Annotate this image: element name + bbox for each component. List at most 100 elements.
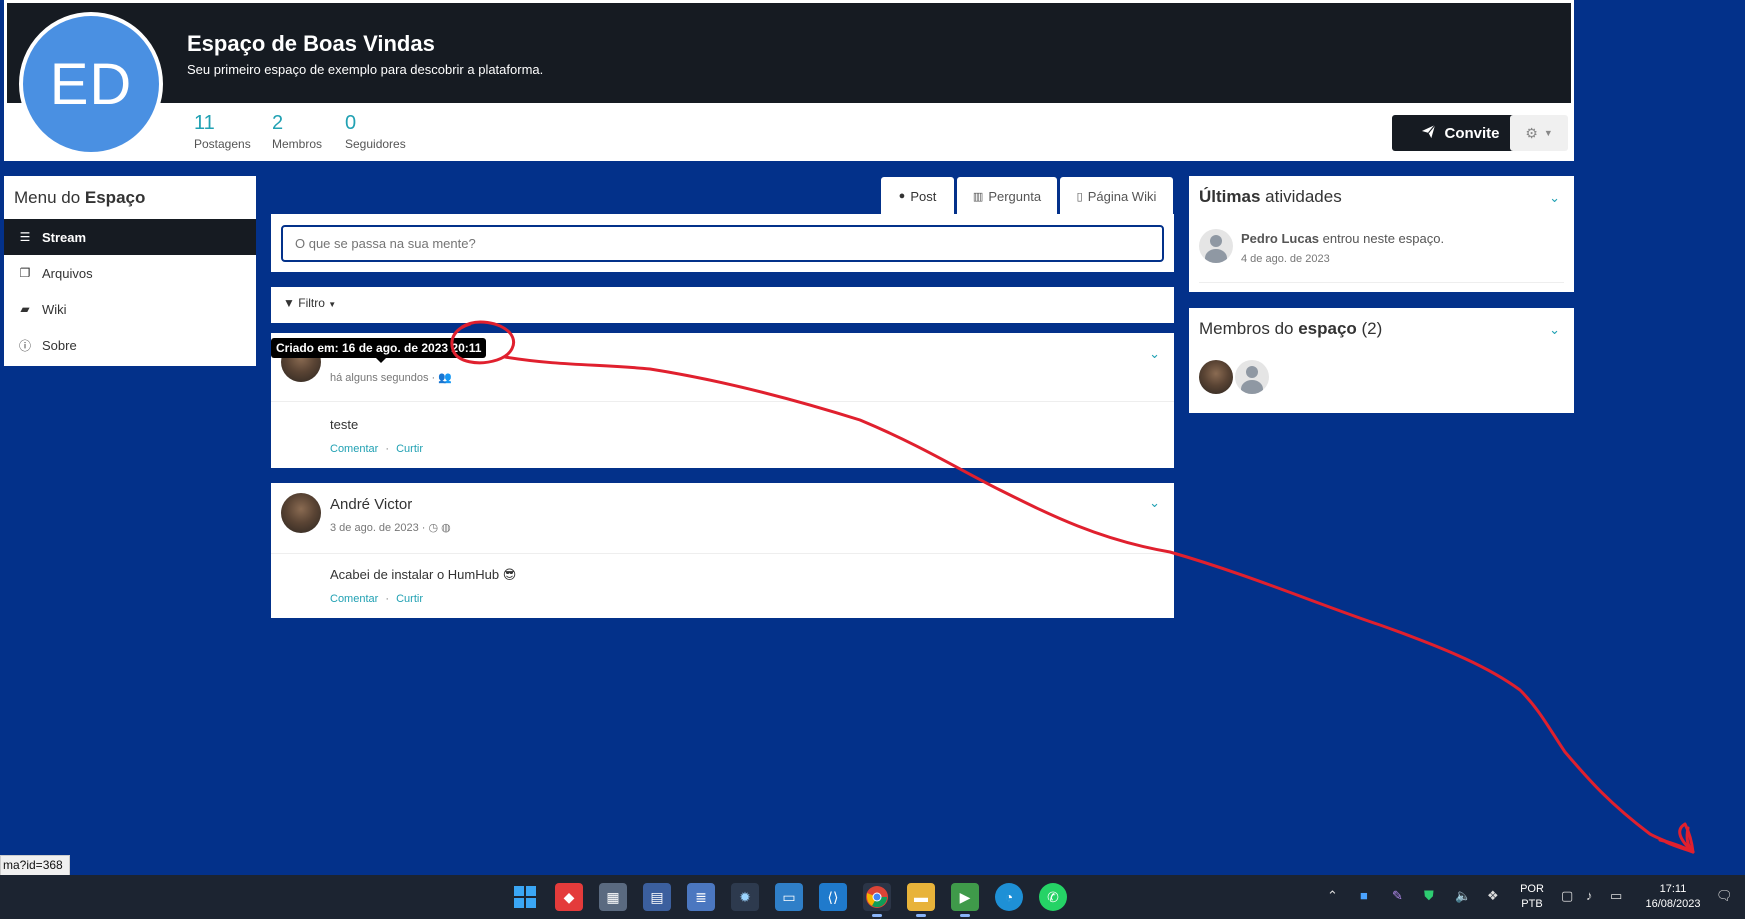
space-avatar: ED xyxy=(19,12,163,156)
members-title: Membros do espaço (2) xyxy=(1199,319,1382,339)
composer-input[interactable] xyxy=(281,225,1164,262)
activity-title-bold: Últimas xyxy=(1199,187,1261,206)
user-avatar[interactable] xyxy=(1199,229,1233,263)
stat-followers[interactable]: 0 Seguidores xyxy=(345,112,406,151)
page-icon: ▯ xyxy=(1076,190,1083,203)
post-author[interactable]: André Victor xyxy=(330,496,412,513)
edge-icon[interactable]: ◔ xyxy=(995,883,1023,911)
clock-date: 16/08/2023 xyxy=(1645,898,1701,910)
volume-icon[interactable]: 🔈 xyxy=(1455,888,1471,904)
battery-icon[interactable]: ▭ xyxy=(1610,888,1622,904)
activity-item[interactable]: Pedro Lucas entrou neste espaço. xyxy=(1241,231,1444,246)
tab-wiki-page-label: Página Wiki xyxy=(1087,188,1157,204)
menu-item-stream[interactable]: ☰ Stream xyxy=(4,219,256,255)
post-time[interactable]: há alguns segundos · xyxy=(330,372,435,384)
info-icon: ⓘ xyxy=(18,338,31,353)
member-avatar[interactable] xyxy=(1235,360,1269,394)
status-bar-url: ma?id=368 xyxy=(0,855,70,876)
post-composer xyxy=(271,214,1174,272)
settings-app-icon[interactable]: ✹ xyxy=(731,883,759,911)
menu-item-wiki[interactable]: ▰ Wiki xyxy=(4,291,256,327)
menu-item-files[interactable]: ❐ Arquivos xyxy=(4,255,256,291)
post-text: Acabei de instalar o HumHub xyxy=(330,567,500,582)
filter-toggle[interactable]: ▼ Filtro ▼ xyxy=(283,296,336,310)
filter-icon: ▼ xyxy=(283,296,295,310)
filter-label: Filtro xyxy=(298,296,325,310)
created-at-tooltip: Criado em: 16 de ago. de 2023 20:11 xyxy=(271,338,487,363)
calendar-app-icon[interactable]: ▦ xyxy=(599,883,627,911)
lang-top: POR xyxy=(1520,883,1544,895)
settings-dropdown-button[interactable]: ⚙ ▼ xyxy=(1510,115,1568,151)
caret-down-icon: ▼ xyxy=(1543,128,1553,138)
send-icon xyxy=(1421,124,1436,143)
stat-posts-value: 11 xyxy=(194,112,215,134)
menu-item-about[interactable]: ⓘ Sobre xyxy=(4,327,256,363)
comment-link[interactable]: Comentar xyxy=(330,443,378,455)
bars-icon: ☰ xyxy=(19,230,31,244)
menu-item-label: Sobre xyxy=(42,337,77,353)
whatsapp-icon[interactable]: ✆ xyxy=(1039,883,1067,911)
comment-link[interactable]: Comentar xyxy=(330,593,378,605)
anydesk-icon[interactable]: ◆ xyxy=(555,883,583,911)
media-app-icon[interactable]: ▶ xyxy=(951,883,979,917)
space-menu: Menu do Espaço ☰ Stream ❐ Arquivos ▰ Wik… xyxy=(4,176,256,366)
menu-title-prefix: Menu do xyxy=(14,188,85,207)
shield-icon[interactable]: ⛊ xyxy=(1424,888,1434,904)
language-indicator[interactable]: POR PTB xyxy=(1518,882,1546,912)
stat-posts[interactable]: 11 Postagens xyxy=(194,112,251,151)
activity-date: 4 de ago. de 2023 xyxy=(1241,253,1330,265)
members-panel: Membros do espaço (2) ⌄ xyxy=(1189,308,1574,413)
stat-followers-value: 0 xyxy=(345,112,357,134)
like-link[interactable]: Curtir xyxy=(396,443,423,455)
chevron-down-icon[interactable]: ⌄ xyxy=(1549,322,1560,338)
chevron-down-icon[interactable]: ⌄ xyxy=(1149,346,1160,362)
clock[interactable]: 17:11 16/08/2023 xyxy=(1638,882,1708,912)
activity-text: entrou neste espaço. xyxy=(1319,231,1445,246)
tab-question-label: Pergunta xyxy=(988,188,1042,204)
author-avatar[interactable] xyxy=(281,493,321,533)
sunglasses-emoji: 😎 xyxy=(502,567,517,582)
chevron-down-icon[interactable]: ⌄ xyxy=(1149,495,1160,511)
server-app-icon[interactable]: ▤ xyxy=(643,883,671,911)
speaker-icon[interactable]: ♪ xyxy=(1586,888,1593,903)
invite-label: Convite xyxy=(1444,124,1500,142)
menu-item-label: Arquivos xyxy=(42,265,93,281)
post-content: teste xyxy=(330,417,359,432)
chevron-down-icon[interactable]: ⌄ xyxy=(1549,190,1560,206)
tab-question[interactable]: ▥ Pergunta xyxy=(957,177,1057,215)
caret-down-icon: ▼ xyxy=(328,300,337,309)
notifications-icon[interactable]: 🗨 xyxy=(1716,888,1733,904)
stat-members-label: Membros xyxy=(272,137,323,151)
menu-item-label: Wiki xyxy=(42,301,67,317)
post-content: Acabei de instalar o HumHub 😎 xyxy=(330,567,516,583)
dropbox-icon[interactable]: ❖ xyxy=(1487,888,1499,904)
filter-bar: ▼ Filtro ▼ xyxy=(271,287,1174,323)
remote-desktop-icon[interactable]: ▭ xyxy=(775,883,803,911)
pen-icon[interactable]: ✎ xyxy=(1392,888,1403,904)
tab-post-label: Post xyxy=(910,188,937,204)
vscode-icon[interactable]: ⟨⟩ xyxy=(819,883,847,911)
chevron-up-icon[interactable]: ⌃ xyxy=(1327,888,1338,904)
like-link[interactable]: Curtir xyxy=(396,593,423,605)
members-title-prefix: Membros do xyxy=(1199,319,1299,338)
invite-button[interactable]: Convite xyxy=(1392,115,1529,151)
taskbar: ◆ ▦ ▤ ≣ ✹ ▭ ⟨⟩ ▬ ▶ ◔ ✆ ⌃ ■ ✎ ⛊ 🔈 ❖ POR P… xyxy=(0,875,1745,919)
network-icon[interactable]: ▢ xyxy=(1561,888,1573,904)
stat-members[interactable]: 2 Membros xyxy=(272,112,322,151)
post-meta: 3 de ago. de 2023 · ◷ ◍ xyxy=(330,521,451,534)
clock-time: 17:11 xyxy=(1659,883,1687,895)
chrome-icon[interactable] xyxy=(863,883,891,917)
divider xyxy=(1199,282,1564,283)
tab-wiki-page[interactable]: ▯ Página Wiki xyxy=(1060,177,1173,215)
lang-bottom: PTB xyxy=(1521,898,1543,910)
post-time[interactable]: 3 de ago. de 2023 · xyxy=(330,522,425,534)
activity-title-rest: atividades xyxy=(1260,187,1342,206)
windows-start-icon[interactable] xyxy=(511,883,539,911)
file-explorer-icon[interactable]: ▬ xyxy=(907,883,935,917)
database-app-icon[interactable]: ≣ xyxy=(687,883,715,911)
tab-post[interactable]: ● Post xyxy=(881,177,954,215)
member-avatar[interactable] xyxy=(1199,360,1233,394)
post-meta: há alguns segundos · 👥 xyxy=(330,371,452,384)
tray-app-icon[interactable]: ■ xyxy=(1360,888,1368,903)
divider xyxy=(271,553,1174,554)
